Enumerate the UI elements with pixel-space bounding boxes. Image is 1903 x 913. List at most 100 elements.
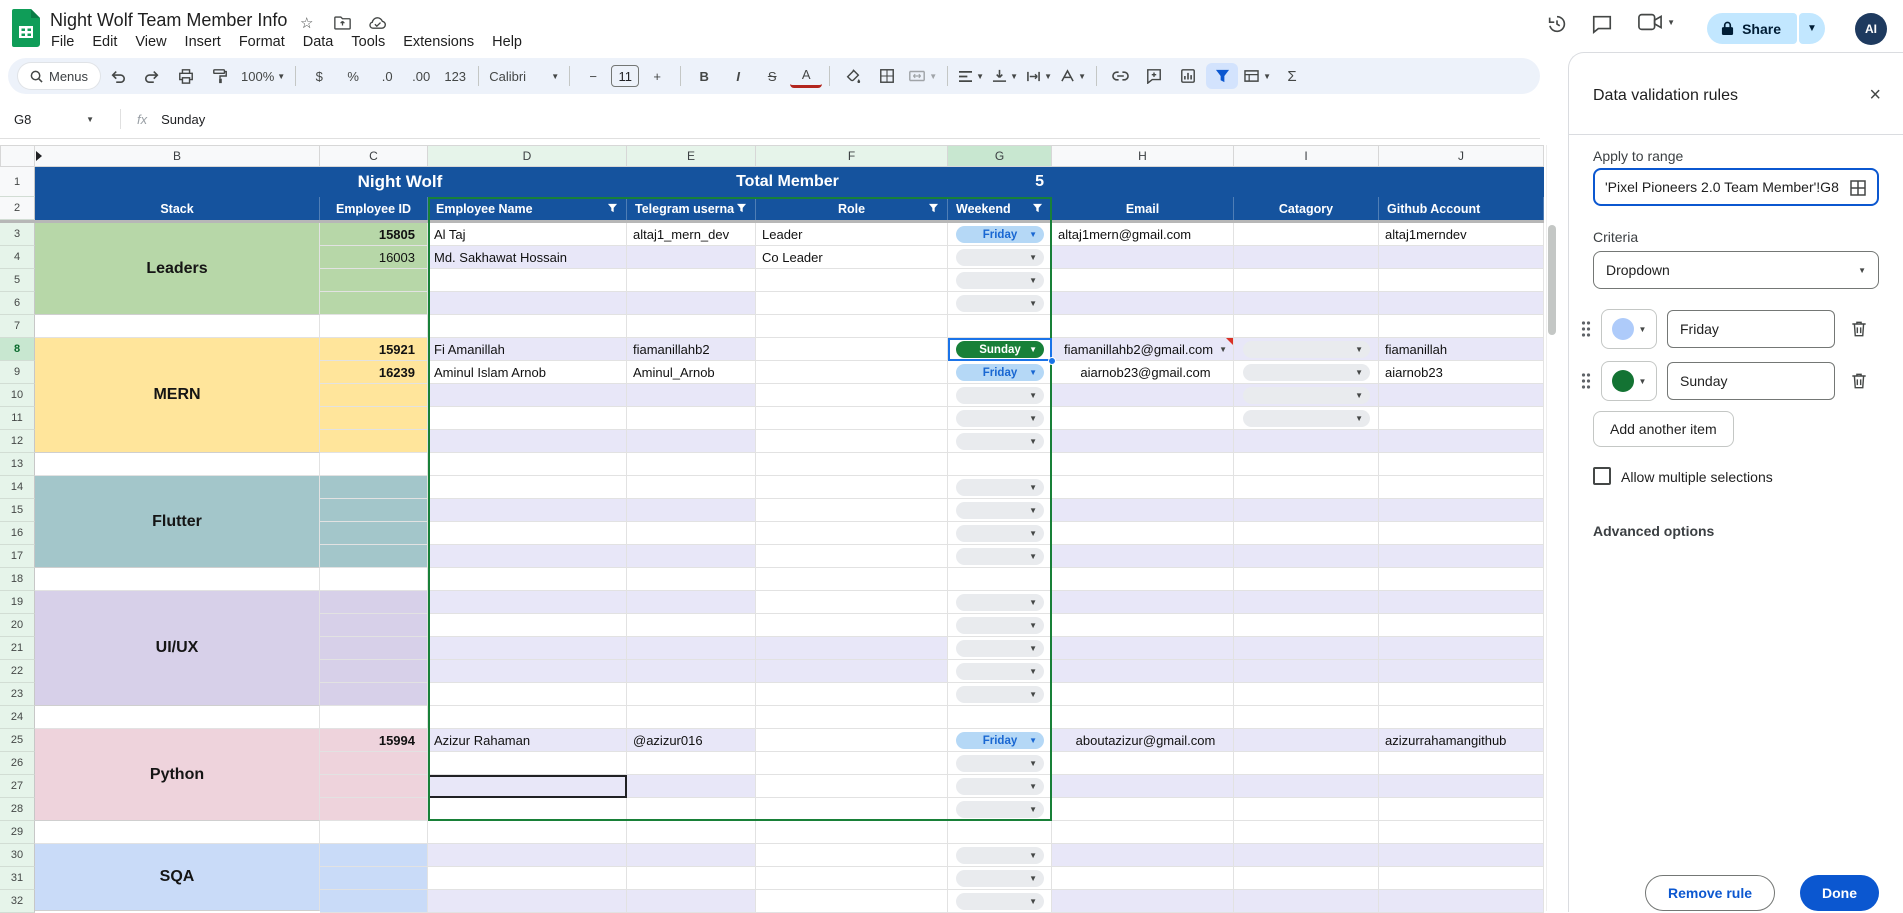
row-header-28[interactable]: 28 [0, 798, 35, 821]
cell-H13[interactable] [1052, 453, 1234, 476]
cell-F10[interactable] [756, 384, 948, 407]
cell-C31[interactable] [320, 867, 428, 890]
cell-F19[interactable] [756, 591, 948, 614]
weekend-dropdown-chip-25[interactable]: Friday▼ [956, 732, 1044, 749]
column-header-D[interactable]: D [428, 145, 627, 167]
weekend-dropdown-chip-26[interactable]: ▼ [956, 755, 1044, 772]
cell-G23[interactable] [948, 683, 1052, 706]
weekend-dropdown-chip-30[interactable]: ▼ [956, 847, 1044, 864]
cell-G31[interactable] [948, 867, 1052, 890]
cell-G24[interactable] [948, 706, 1052, 729]
cell-C26[interactable] [320, 752, 428, 775]
cell-G6[interactable] [948, 292, 1052, 315]
cell-C23[interactable] [320, 683, 428, 706]
cell-D19[interactable] [428, 591, 627, 614]
cell-G7[interactable] [948, 315, 1052, 338]
format-currency-button[interactable]: $ [303, 63, 335, 89]
bold-button[interactable]: B [688, 63, 720, 89]
cell-C18[interactable] [320, 568, 428, 591]
cell-C16[interactable] [320, 522, 428, 545]
catagory-dropdown-chip-11[interactable]: ▼ [1243, 410, 1370, 427]
cell-G27[interactable] [948, 775, 1052, 798]
cell-I32[interactable] [1234, 890, 1379, 913]
cell-E12[interactable] [627, 430, 756, 453]
remove-rule-button[interactable]: Remove rule [1645, 875, 1775, 911]
decrease-font-size-button[interactable]: − [577, 63, 609, 89]
cell-G17[interactable] [948, 545, 1052, 568]
version-history-icon[interactable] [1546, 13, 1568, 35]
cell-D28[interactable] [428, 798, 627, 821]
row-header-27[interactable]: 27 [0, 775, 35, 798]
cell-G21[interactable] [948, 637, 1052, 660]
header-role[interactable]: Role [756, 197, 948, 220]
row-header-8[interactable]: 8 [0, 338, 35, 361]
cell-E23[interactable] [627, 683, 756, 706]
cell-E31[interactable] [627, 867, 756, 890]
cell-F4[interactable]: Co Leader [756, 246, 948, 269]
cell-F22[interactable] [756, 660, 948, 683]
cell-I19[interactable] [1234, 591, 1379, 614]
undo-button[interactable] [102, 63, 134, 89]
done-button[interactable]: Done [1800, 875, 1879, 911]
weekend-dropdown-chip-8[interactable]: Sunday▼ [956, 341, 1044, 358]
cell-I15[interactable] [1234, 499, 1379, 522]
cell-F17[interactable] [756, 545, 948, 568]
row-header-16[interactable]: 16 [0, 522, 35, 545]
cell-F6[interactable] [756, 292, 948, 315]
weekend-dropdown-chip-11[interactable]: ▼ [956, 410, 1044, 427]
cell-G25[interactable] [948, 729, 1052, 752]
share-options-caret[interactable]: ▼ [1799, 13, 1825, 44]
cell-J32[interactable] [1379, 890, 1544, 913]
cell-H29[interactable] [1052, 821, 1234, 844]
cell-E8[interactable]: fiamanillahb2 [627, 338, 756, 361]
cell-F26[interactable] [756, 752, 948, 775]
increase-font-size-button[interactable]: + [641, 63, 673, 89]
cell-H17[interactable] [1052, 545, 1234, 568]
cell-F31[interactable] [756, 867, 948, 890]
cell-G15[interactable] [948, 499, 1052, 522]
cell-D9[interactable]: Aminul Islam Arnob [428, 361, 627, 384]
cell-J8[interactable]: fiamanillah [1379, 338, 1544, 361]
cell-D16[interactable] [428, 522, 627, 545]
cell-J4[interactable] [1379, 246, 1544, 269]
cell-H3[interactable]: altaj1mern@gmail.com [1052, 223, 1234, 246]
cell-J15[interactable] [1379, 499, 1544, 522]
cell-E3[interactable]: altaj1_mern_dev [627, 223, 756, 246]
cell-H7[interactable] [1052, 315, 1234, 338]
cell-C6[interactable] [320, 292, 428, 315]
menu-extensions[interactable]: Extensions [394, 32, 483, 52]
create-filter-button[interactable] [1206, 63, 1238, 89]
cell-G32[interactable] [948, 890, 1052, 913]
cell-D21[interactable] [428, 637, 627, 660]
cell-J24[interactable] [1379, 706, 1544, 729]
cell-B24[interactable] [35, 706, 320, 729]
cell-I22[interactable] [1234, 660, 1379, 683]
cell-F27[interactable] [756, 775, 948, 798]
cell-H9[interactable]: aiarnob23@gmail.com [1052, 361, 1234, 384]
cell-F18[interactable] [756, 568, 948, 591]
cell-H24[interactable] [1052, 706, 1234, 729]
cell-F16[interactable] [756, 522, 948, 545]
cell-D25[interactable]: Azizur Rahaman [428, 729, 627, 752]
cell-J17[interactable] [1379, 545, 1544, 568]
select-range-icon[interactable] [1849, 179, 1867, 197]
row-header-3[interactable]: 3 [0, 223, 35, 246]
cell-I14[interactable] [1234, 476, 1379, 499]
cell-F13[interactable] [756, 453, 948, 476]
row-header-17[interactable]: 17 [0, 545, 35, 568]
cell-I9[interactable] [1234, 361, 1379, 384]
cell-I26[interactable] [1234, 752, 1379, 775]
cell-H32[interactable] [1052, 890, 1234, 913]
cell-J7[interactable] [1379, 315, 1544, 338]
range-input[interactable]: 'Pixel Pioneers 2.0 Team Member'!G8 [1593, 168, 1879, 206]
cell-E26[interactable] [627, 752, 756, 775]
cell-C5[interactable] [320, 269, 428, 292]
weekend-dropdown-chip-10[interactable]: ▼ [956, 387, 1044, 404]
row-header-2[interactable]: 2 [0, 197, 35, 220]
fill-handle[interactable] [1048, 357, 1056, 365]
cell-G14[interactable] [948, 476, 1052, 499]
vertical-align-button[interactable]: ▼ [989, 63, 1021, 89]
cell-F30[interactable] [756, 844, 948, 867]
cell-H22[interactable] [1052, 660, 1234, 683]
row-header-13[interactable]: 13 [0, 453, 35, 476]
